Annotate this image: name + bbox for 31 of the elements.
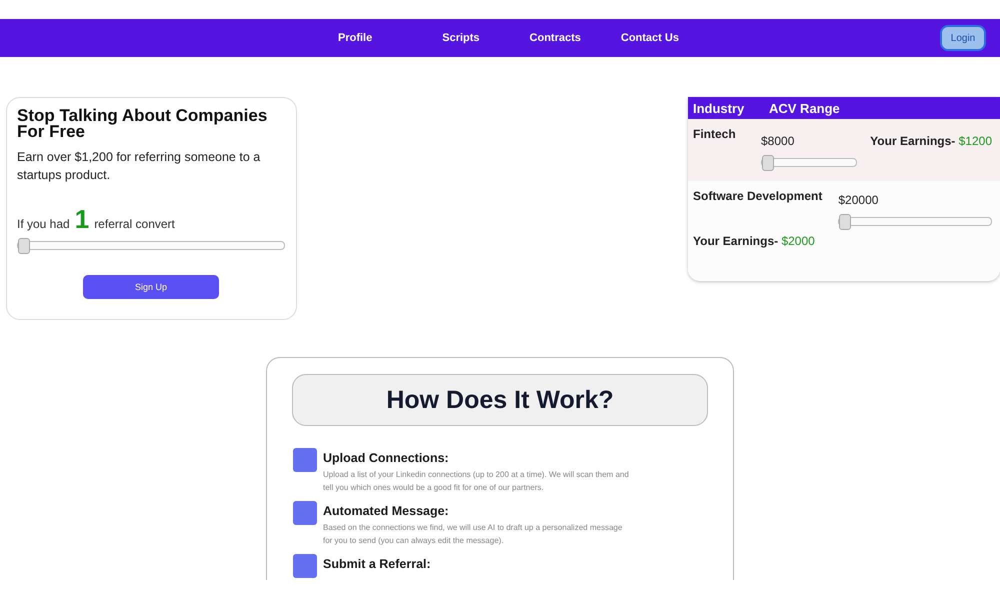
step-icon [293, 501, 317, 525]
step-description: Based on the connections we find, we will use AI to draft up a personalized message for you to send (you can always edit the message). [323, 522, 624, 547]
promo-subtitle: Earn over $1,200 for referring someone to a startups product. [17, 149, 262, 184]
step-title: Submit a Referral: [323, 557, 431, 571]
slider-thumb[interactable] [18, 238, 30, 254]
nav-link[interactable]: Profile [338, 32, 372, 44]
how-title: How Does It Work? [292, 374, 708, 426]
step-title: Upload Connections: [323, 451, 450, 465]
nav-link[interactable]: Contracts [530, 32, 581, 44]
industry-cell-text: Software Development [693, 189, 822, 205]
slider-thumb[interactable] [839, 214, 852, 230]
step-icon [293, 554, 317, 578]
industry-cell-text: Fintech [693, 127, 737, 143]
earnings-text: Your Earnings- $1200 [870, 133, 992, 150]
step-icon [293, 448, 317, 472]
referral-label: referral convert [94, 217, 175, 231]
acv-value: $8000 [761, 134, 796, 148]
login-button[interactable]: Login [940, 25, 986, 51]
sign-up-button[interactable]: Sign Up [83, 275, 219, 299]
step-title: Automated Message: [323, 504, 450, 518]
referral-count: 1 [74, 204, 90, 235]
nav-link[interactable]: Scripts [442, 32, 480, 44]
referral-label: If you had [17, 217, 70, 231]
slider-thumb[interactable] [762, 155, 774, 171]
acv-value: $20000 [838, 193, 880, 207]
promo-title: Stop Talking About Companies For Free [17, 108, 268, 140]
column-header: ACV Range [769, 100, 840, 116]
step-description: Upload a list of your Linkedin connections (up to 200 at a time). We will scan them and tell you which ones would be a good fit for one of our partners. [323, 469, 630, 494]
nav-link[interactable]: Contact Us [620, 32, 679, 44]
earnings-text: Your Earnings- $2000 [693, 234, 816, 248]
column-header: Industry [693, 100, 746, 116]
